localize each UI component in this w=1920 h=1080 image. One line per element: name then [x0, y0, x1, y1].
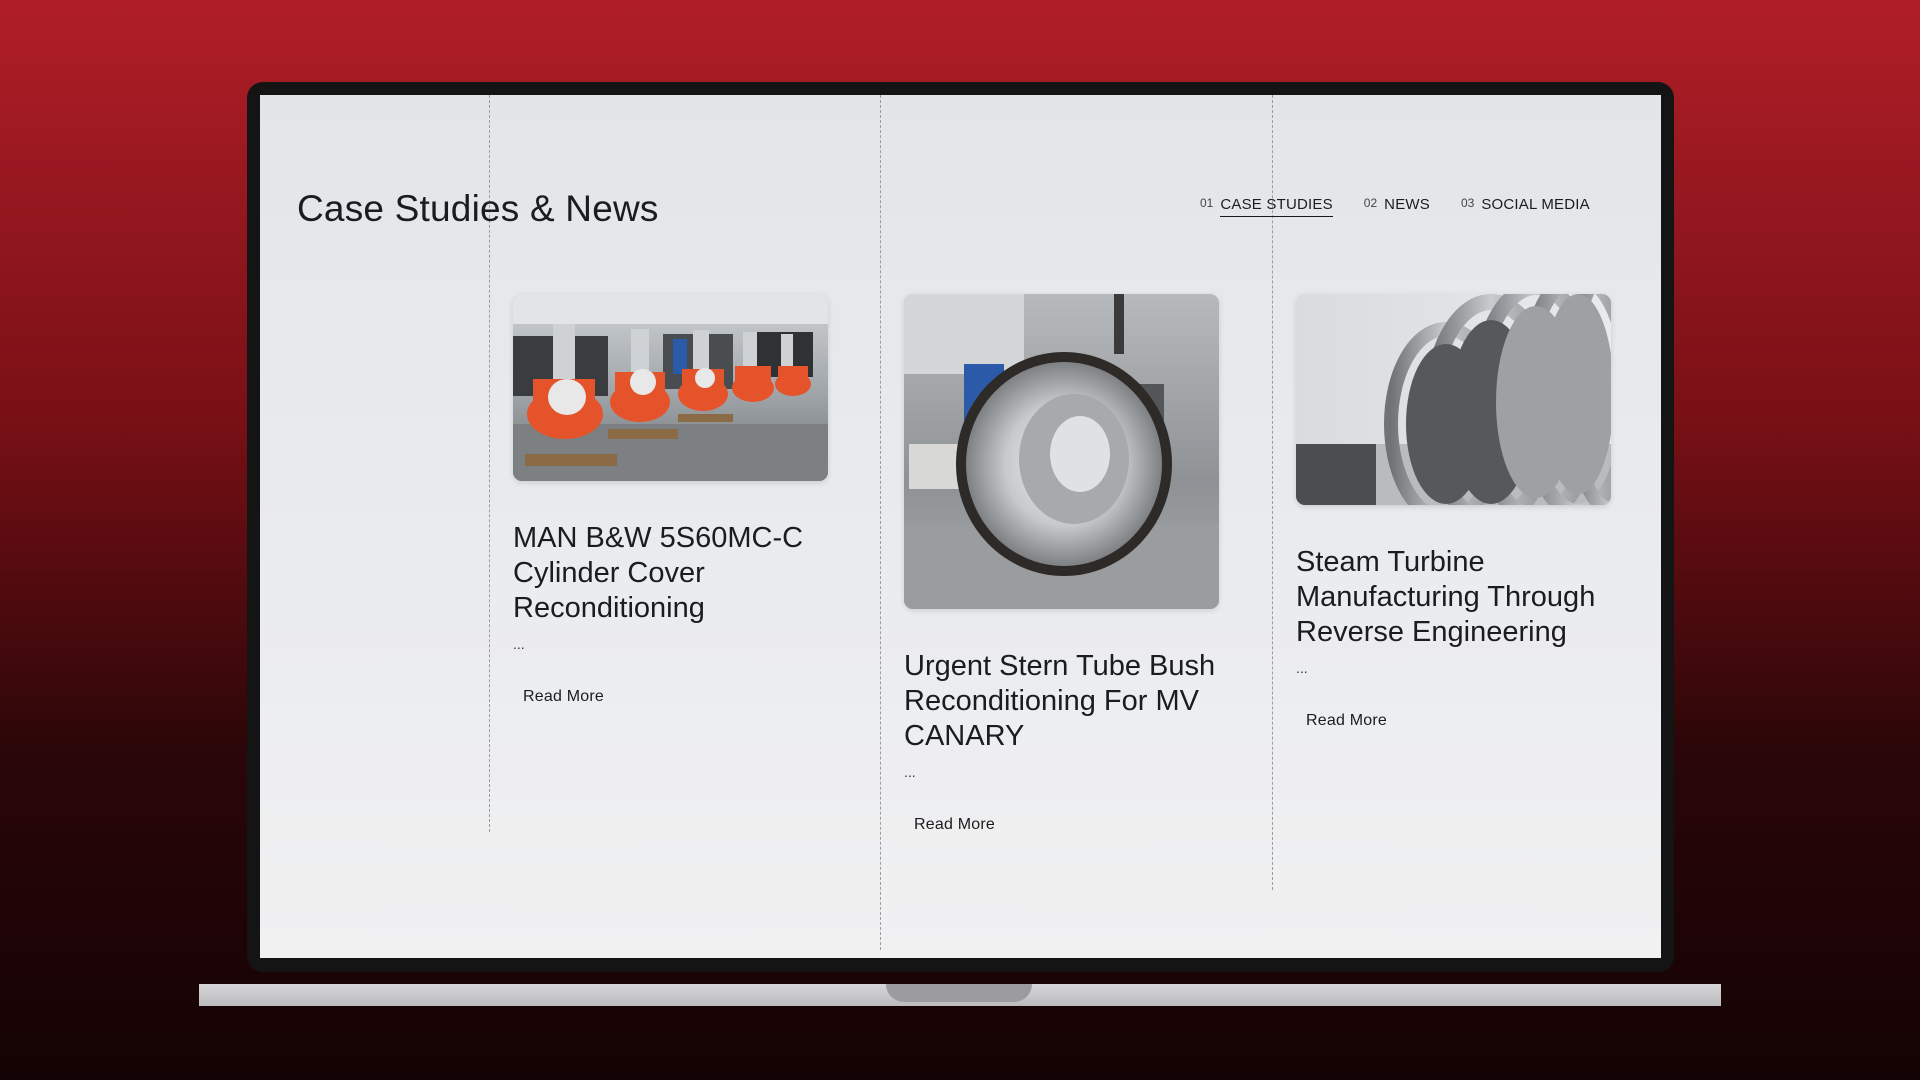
steam-turbine-photo[interactable] [1296, 294, 1611, 505]
section-tabs: 01 CASE STUDIES 02 NEWS 03 SOCIAL MEDIA [1200, 196, 1590, 217]
page-title: Case Studies & News [297, 188, 659, 229]
tab-case-studies[interactable]: 01 CASE STUDIES [1200, 196, 1333, 217]
tab-social-media[interactable]: 03 SOCIAL MEDIA [1461, 196, 1590, 217]
laptop-hinge-notch [886, 984, 1032, 1002]
laptop-frame: Case Studies & News 01 CASE STUDIES 02 N… [247, 82, 1674, 972]
card-title[interactable]: Urgent Stern Tube Bush Reconditioning Fo… [904, 649, 1219, 754]
website-screen: Case Studies & News 01 CASE STUDIES 02 N… [260, 95, 1661, 958]
card-excerpt: ... [1296, 660, 1308, 676]
case-study-card: Urgent Stern Tube Bush Reconditioning Fo… [904, 294, 1219, 834]
tab-label: SOCIAL MEDIA [1481, 196, 1590, 213]
read-more-link[interactable]: Read More [914, 816, 995, 834]
stern-tube-bush-photo[interactable] [904, 294, 1219, 609]
card-excerpt: ... [904, 764, 916, 780]
grid-guide-line [880, 95, 881, 950]
cylinder-covers-photo[interactable] [513, 294, 828, 481]
tab-number: 03 [1460, 196, 1475, 210]
tab-number: 01 [1200, 196, 1214, 210]
tab-label: CASE STUDIES [1220, 196, 1333, 217]
card-title[interactable]: Steam Turbine Manufacturing Through Reve… [1296, 545, 1611, 650]
tab-news[interactable]: 02 NEWS [1364, 196, 1430, 217]
read-more-link[interactable]: Read More [1306, 712, 1387, 730]
card-title[interactable]: MAN B&W 5S60MC-C Cylinder Cover Recondit… [513, 521, 828, 626]
read-more-link[interactable]: Read More [523, 688, 604, 706]
case-study-card: Steam Turbine Manufacturing Through Reve… [1296, 294, 1611, 730]
tab-label: NEWS [1384, 196, 1430, 213]
tab-number: 02 [1363, 196, 1378, 210]
card-excerpt: ... [513, 636, 525, 652]
case-study-card: MAN B&W 5S60MC-C Cylinder Cover Recondit… [513, 294, 828, 706]
